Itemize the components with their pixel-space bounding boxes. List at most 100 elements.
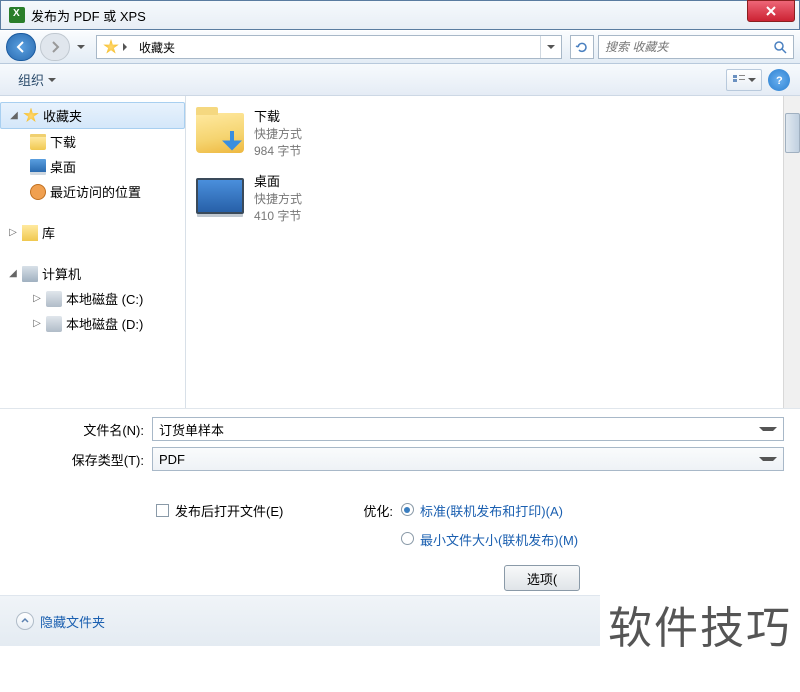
folder-icon	[30, 134, 46, 150]
optimize-label: 优化:	[363, 501, 393, 549]
view-icon	[732, 74, 746, 86]
tree-label: 最近访问的位置	[50, 182, 141, 201]
tree-label: 计算机	[42, 264, 81, 283]
file-size: 984 字节	[254, 142, 302, 159]
file-name: 桌面	[254, 171, 302, 190]
tools-dropdown[interactable]: 工具(L)	[712, 612, 768, 631]
desktop-monitor-icon	[196, 174, 244, 222]
file-item-downloads[interactable]: 下载 快捷方式 984 字节	[196, 106, 790, 159]
arrow-right-icon	[48, 40, 62, 54]
tree-label: 收藏夹	[43, 106, 82, 125]
folder-download-icon	[196, 109, 244, 157]
star-icon	[23, 108, 39, 124]
chevron-down-icon	[748, 78, 756, 82]
search-box[interactable]	[598, 35, 794, 59]
arrow-left-icon	[14, 40, 28, 54]
monitor-icon	[30, 159, 46, 175]
optimize-minsize-radio[interactable]: 最小文件大小(联机发布)(M)	[401, 530, 578, 549]
file-item-desktop[interactable]: 桌面 快捷方式 410 字节	[196, 171, 790, 224]
radio-label: 最小文件大小(联机发布)(M)	[420, 530, 578, 549]
path-text: 收藏夹	[139, 39, 175, 56]
chevron-down-icon	[48, 78, 56, 82]
radio-label: 标准(联机发布和打印)(A)	[420, 501, 563, 520]
close-button[interactable]	[747, 0, 795, 22]
chevron-right-icon	[123, 43, 127, 51]
toolbar: 组织 ?	[0, 64, 800, 96]
collapse-icon[interactable]: ◢	[8, 268, 18, 279]
back-button[interactable]	[6, 33, 36, 61]
tree-disk-c[interactable]: ▷ 本地磁盘 (C:)	[0, 286, 185, 311]
savetype-value: PDF	[159, 452, 759, 467]
filename-input[interactable]: 订货单样本	[152, 417, 784, 441]
library-icon	[22, 225, 38, 241]
address-dropdown[interactable]	[541, 36, 561, 58]
save-form: 文件名(N): 订货单样本 保存类型(T): PDF	[0, 408, 800, 485]
disk-icon	[46, 291, 62, 307]
hide-folders-toggle[interactable]: 隐藏文件夹	[16, 612, 105, 631]
expand-icon[interactable]: ▷	[8, 227, 18, 238]
collapse-icon[interactable]: ◢	[9, 110, 19, 121]
tree-disk-d[interactable]: ▷ 本地磁盘 (D:)	[0, 311, 185, 336]
organize-label: 组织	[18, 70, 44, 89]
tree-library[interactable]: ▷ 库	[0, 220, 185, 245]
optimize-standard-radio[interactable]: 标准(联机发布和打印)(A)	[401, 501, 578, 520]
options-area: 发布后打开文件(E) 优化: 标准(联机发布和打印)(A) 最小文件大小(联机发…	[0, 485, 800, 557]
file-type: 快捷方式	[254, 190, 302, 207]
nav-history-dropdown[interactable]	[74, 33, 88, 61]
tree-label: 桌面	[50, 157, 76, 176]
chevron-down-icon	[547, 45, 555, 49]
app-icon	[9, 7, 25, 23]
svg-text:?: ?	[776, 75, 783, 86]
savetype-label: 保存类型(T):	[0, 450, 152, 469]
radio-icon	[401, 532, 414, 545]
tree-label: 本地磁盘 (D:)	[66, 314, 143, 333]
help-button[interactable]: ?	[768, 69, 790, 91]
radio-icon	[401, 503, 414, 516]
content-area: ◢ 收藏夹 下载 桌面 最近访问的位置 ▷ 库 ◢ 计算机 ▷	[0, 96, 800, 408]
chevron-down-icon[interactable]	[759, 457, 777, 461]
chevron-down-icon[interactable]	[759, 427, 777, 431]
scrollbar[interactable]	[783, 96, 800, 408]
organize-button[interactable]: 组织	[10, 66, 64, 93]
tree-recent[interactable]: 最近访问的位置	[0, 179, 185, 204]
file-list[interactable]: 下载 快捷方式 984 字节 桌面 快捷方式 410 字节	[186, 96, 800, 408]
expand-icon[interactable]: ▷	[32, 318, 42, 329]
tree-label: 本地磁盘 (C:)	[66, 289, 143, 308]
options-button[interactable]: 选项(	[504, 565, 580, 591]
tree-label: 库	[42, 223, 55, 242]
file-size: 410 字节	[254, 207, 302, 224]
address-bar[interactable]: 收藏夹	[96, 35, 562, 59]
chevron-down-icon	[760, 619, 768, 623]
tools-label: 工具(L)	[712, 612, 754, 631]
file-name: 下载	[254, 106, 302, 125]
savetype-select[interactable]: PDF	[152, 447, 784, 471]
path-root[interactable]	[97, 36, 133, 58]
folder-tree[interactable]: ◢ 收藏夹 下载 桌面 最近访问的位置 ▷ 库 ◢ 计算机 ▷	[0, 96, 186, 408]
search-input[interactable]	[605, 40, 773, 54]
file-type: 快捷方式	[254, 125, 302, 142]
refresh-button[interactable]	[570, 35, 594, 59]
collapse-up-icon	[16, 612, 34, 630]
path-segment-favorites[interactable]: 收藏夹	[133, 36, 181, 58]
open-after-checkbox[interactable]: 发布后打开文件(E)	[156, 501, 283, 520]
dialog-footer: 隐藏文件夹 工具(L)	[0, 595, 800, 646]
window-title: 发布为 PDF 或 XPS	[31, 6, 747, 25]
nav-bar: 收藏夹	[0, 30, 800, 64]
tree-desktop[interactable]: 桌面	[0, 154, 185, 179]
forward-button[interactable]	[40, 33, 70, 61]
tree-computer[interactable]: ◢ 计算机	[0, 261, 185, 286]
search-icon	[773, 40, 787, 54]
expand-icon[interactable]: ▷	[32, 293, 42, 304]
checkbox-icon	[156, 504, 169, 517]
hide-folders-label: 隐藏文件夹	[40, 612, 105, 631]
checkbox-label: 发布后打开文件(E)	[175, 501, 283, 520]
scrollbar-thumb[interactable]	[785, 113, 800, 153]
tree-downloads[interactable]: 下载	[0, 129, 185, 154]
view-mode-button[interactable]	[726, 69, 762, 91]
tree-favorites[interactable]: ◢ 收藏夹	[0, 102, 185, 129]
help-icon: ?	[773, 74, 785, 86]
save-button-fragment[interactable]	[778, 608, 784, 634]
close-icon	[766, 6, 776, 16]
tree-label: 下载	[50, 132, 76, 151]
clock-icon	[30, 184, 46, 200]
